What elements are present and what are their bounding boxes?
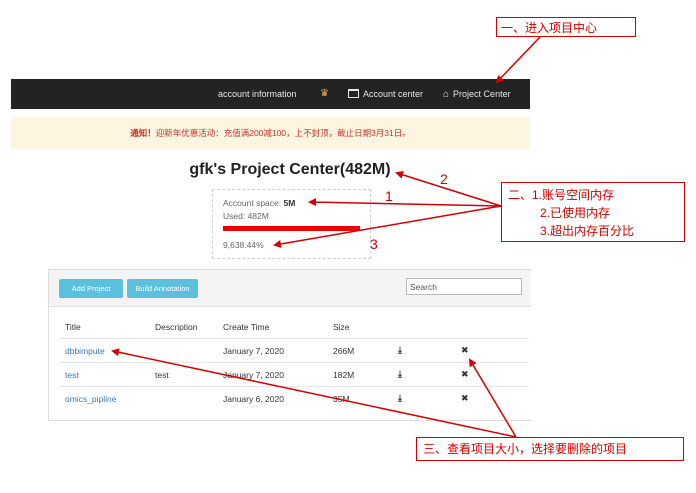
search-input[interactable]	[406, 278, 522, 295]
nav-account-center-label: Account center	[363, 89, 424, 99]
build-annotation-button[interactable]: Build Annotation	[127, 279, 198, 298]
project-size: 266M	[333, 346, 355, 356]
usage-progress-bar	[223, 226, 360, 231]
project-title-link[interactable]: omics_pipline	[65, 394, 117, 404]
project-create-time: January 7, 2020	[223, 370, 284, 380]
table-row: test test January 7, 2020 182M ⤓ ✖	[59, 362, 529, 387]
notice-banner: 通知！迎新年优惠活动：充值满200减100，上不封顶，截止日期3月31日。	[11, 117, 530, 149]
annotation-step2: 二、1.账号空间内存 2.已使用内存 3.超出内存百分比	[501, 182, 685, 242]
nav-account-information[interactable]: account information	[218, 79, 297, 109]
projects-toolbar: Add Project Build Annotation	[49, 270, 531, 307]
arrow-to-project-center	[495, 36, 541, 84]
header-size: Size	[333, 322, 350, 332]
annotation-number-3: 3	[370, 236, 378, 252]
add-project-button[interactable]: Add Project	[59, 279, 123, 298]
usage-percent: 9,638.44%	[223, 240, 264, 250]
annotation-step2-line1: 二、1.账号空间内存	[508, 188, 615, 202]
annotation-number-2: 2	[440, 171, 448, 187]
delete-icon[interactable]: ✖	[461, 393, 469, 404]
account-space: Account space: 5M	[223, 198, 295, 208]
annotation-step1: 一、进入项目中心	[496, 17, 636, 37]
account-usage-box: Account space: 5M Used: 482M 9,638.44%	[212, 189, 371, 259]
crown-icon[interactable]: ♛	[320, 79, 329, 109]
annotation-step2-line2: 2.已使用内存	[540, 206, 611, 220]
project-size: 182M	[333, 370, 355, 380]
download-icon[interactable]: ⤓	[398, 345, 402, 356]
top-navbar: account information ♛ Account center ⌂ Pr…	[11, 79, 530, 109]
notice-prefix: 通知！	[130, 128, 156, 138]
account-space-label: Account space:	[223, 198, 284, 208]
notice-text: 迎新年优惠活动：充值满200减100，上不封顶，截止日期3月31日。	[155, 128, 411, 138]
account-used: Used: 482M	[223, 211, 269, 221]
nav-project-center[interactable]: ⌂ Project Center	[443, 79, 511, 109]
project-title-link[interactable]: test	[65, 370, 79, 380]
nav-project-center-label: Project Center	[453, 89, 511, 99]
delete-icon[interactable]: ✖	[461, 369, 469, 380]
annotation-step2-line3: 3.超出内存百分比	[540, 224, 635, 238]
delete-icon[interactable]: ✖	[461, 345, 469, 356]
project-create-time: January 7, 2020	[223, 346, 284, 356]
page-title: gfk's Project Center(482M)	[189, 161, 391, 178]
project-description: test	[155, 370, 169, 380]
header-description: Description	[155, 322, 198, 332]
download-icon[interactable]: ⤓	[398, 369, 402, 380]
table-row: omics_pipline January 6, 2020 35M ⤓ ✖	[59, 386, 529, 411]
annotation-number-1: 1	[385, 188, 393, 204]
header-title: Title	[65, 322, 81, 332]
header-create-time: Create Time	[223, 322, 270, 332]
annotation-step3: 三、查看项目大小，选择要删除的项目	[416, 437, 684, 461]
usage-progress-fill	[223, 226, 360, 231]
project-size: 35M	[333, 394, 350, 404]
project-title-link[interactable]: dbbimpute	[65, 346, 105, 356]
home-icon: ⌂	[443, 88, 450, 100]
table-row: dbbimpute January 7, 2020 266M ⤓ ✖	[59, 338, 529, 363]
nav-account-center[interactable]: Account center	[348, 79, 423, 109]
download-icon[interactable]: ⤓	[398, 393, 402, 404]
account-space-value: 5M	[283, 198, 296, 208]
credit-card-icon	[348, 89, 359, 99]
projects-panel: Add Project Build Annotation Title Descr…	[48, 269, 531, 421]
project-create-time: January 6, 2020	[223, 394, 284, 404]
